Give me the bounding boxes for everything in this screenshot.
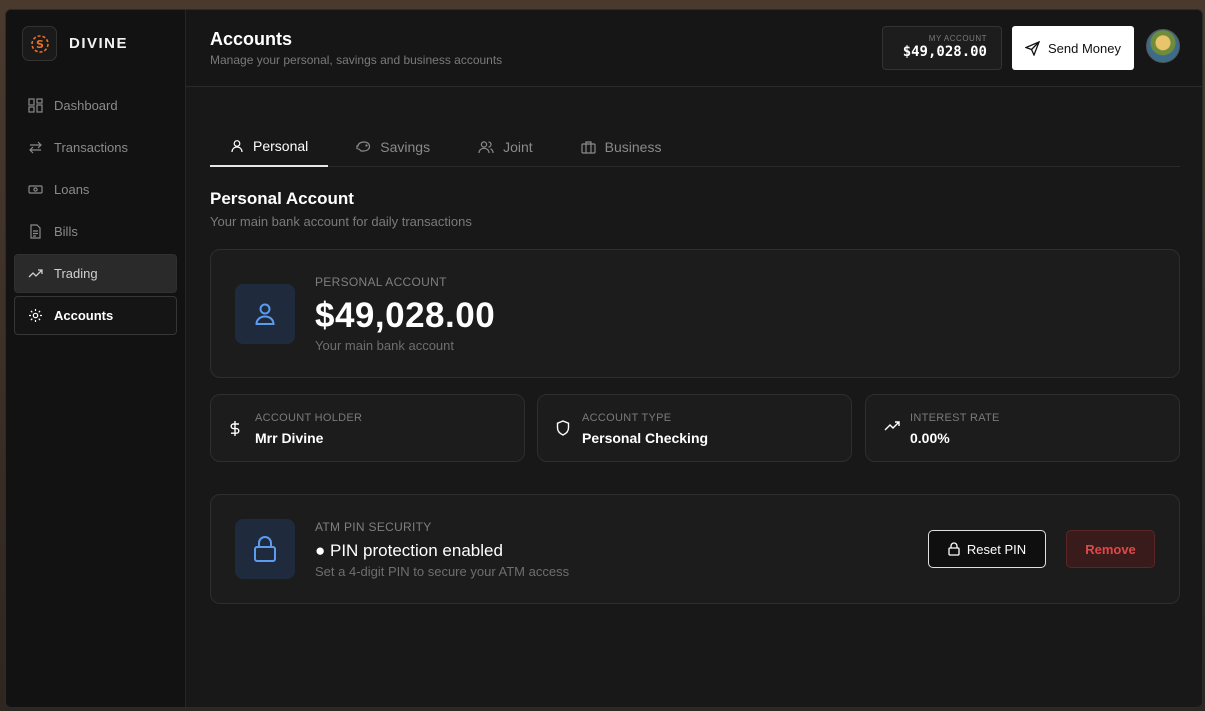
tab-label: Savings — [380, 139, 431, 155]
sidebar-nav: Dashboard Transactions Loans Bills Tradi… — [14, 86, 177, 338]
briefcase-icon — [581, 140, 596, 154]
tab-business[interactable]: Business — [561, 127, 682, 167]
main-content: Accounts Manage your personal, savings a… — [186, 10, 1202, 707]
send-icon — [1025, 40, 1040, 56]
document-icon — [27, 224, 43, 240]
detail-value: Mrr Divine — [255, 430, 324, 446]
piggy-bank-icon — [356, 140, 371, 154]
s-logo-icon: S — [22, 26, 57, 61]
detail-label: INTEREST RATE — [910, 412, 1000, 424]
sidebar-item-label: Transactions — [54, 140, 128, 155]
sidebar-item-dashboard[interactable]: Dashboard — [14, 86, 177, 125]
app-window: S DIVINE Dashboard Transactions Loans Bi… — [5, 9, 1203, 708]
sidebar-item-label: Loans — [54, 182, 90, 197]
reset-pin-button[interactable]: Reset PIN — [928, 530, 1046, 568]
sidebar-item-bills[interactable]: Bills — [14, 212, 177, 251]
topbar: Accounts Manage your personal, savings a… — [186, 10, 1202, 87]
avatar[interactable] — [1146, 29, 1180, 63]
section-title: Personal Account — [210, 189, 354, 208]
detail-label: ACCOUNT TYPE — [582, 412, 672, 424]
detail-value: 0.00% — [910, 430, 950, 446]
account-description: Your main bank account — [315, 338, 455, 353]
arrows-swap-icon — [27, 140, 43, 156]
sidebar-item-label: Accounts — [54, 308, 114, 323]
pin-status: ● PIN protection enabled — [315, 541, 503, 560]
brand-name: DIVINE — [69, 35, 129, 52]
section-subtitle: Your main bank account for daily transac… — [210, 214, 472, 229]
sidebar-item-trading[interactable]: Trading — [14, 254, 177, 293]
sidebar-item-label: Trading — [54, 266, 98, 281]
account-balance: $49,028.00 — [315, 296, 496, 335]
grid-icon — [27, 98, 43, 114]
svg-text:S: S — [36, 38, 44, 51]
page-subtitle: Manage your personal, savings and busine… — [210, 53, 503, 67]
detail-value: Personal Checking — [582, 430, 709, 446]
sidebar-item-loans[interactable]: Loans — [14, 170, 177, 209]
page-title: Accounts — [210, 29, 293, 49]
sidebar-item-label: Dashboard — [54, 98, 118, 113]
sidebar-item-transactions[interactable]: Transactions — [14, 128, 177, 167]
remove-pin-button[interactable]: Remove — [1066, 530, 1155, 568]
sidebar-item-accounts[interactable]: Accounts — [14, 296, 177, 335]
sidebar: S DIVINE Dashboard Transactions Loans Bi… — [6, 10, 186, 707]
shield-icon — [556, 420, 570, 436]
detail-label: ACCOUNT HOLDER — [255, 412, 363, 424]
send-money-button[interactable]: Send Money — [1012, 26, 1134, 70]
my-account-balance[interactable]: MY ACCOUNT $49,028.00 — [882, 26, 1002, 70]
pin-label: ATM PIN SECURITY — [315, 520, 432, 534]
tab-label: Personal — [253, 138, 309, 154]
gear-icon — [27, 308, 43, 324]
tab-joint[interactable]: Joint — [458, 127, 553, 167]
brand[interactable]: S DIVINE — [22, 26, 128, 61]
tab-personal[interactable]: Personal — [210, 127, 329, 167]
reset-pin-label: Reset PIN — [966, 541, 1027, 557]
send-money-label: Send Money — [1048, 40, 1121, 56]
pin-description: Set a 4-digit PIN to secure your ATM acc… — [315, 564, 570, 579]
account-type-card: ACCOUNT TYPE Personal Checking — [537, 394, 852, 462]
trend-up-icon — [27, 266, 43, 282]
trend-up-icon — [884, 420, 900, 432]
account-tabs: Personal Savings Joint Business — [210, 127, 1180, 167]
lock-icon — [948, 542, 960, 556]
tab-label: Business — [604, 139, 662, 155]
interest-rate-card: INTEREST RATE 0.00% — [865, 394, 1180, 462]
tab-label: Joint — [503, 139, 533, 155]
banknote-icon — [27, 182, 43, 198]
lock-icon — [235, 519, 295, 579]
my-account-label: MY ACCOUNT — [928, 34, 987, 43]
user-icon — [230, 139, 244, 153]
dollar-icon — [229, 420, 241, 437]
user-icon — [235, 284, 295, 344]
account-label: PERSONAL ACCOUNT — [315, 275, 447, 289]
sidebar-item-label: Bills — [54, 224, 78, 239]
account-balance-card: PERSONAL ACCOUNT $49,028.00 Your main ba… — [210, 249, 1180, 378]
tab-savings[interactable]: Savings — [336, 127, 450, 167]
account-holder-card: ACCOUNT HOLDER Mrr Divine — [210, 394, 525, 462]
users-icon — [478, 140, 494, 154]
my-account-value: $49,028.00 — [902, 44, 987, 60]
atm-pin-card: ATM PIN SECURITY ● PIN protection enable… — [210, 494, 1180, 604]
